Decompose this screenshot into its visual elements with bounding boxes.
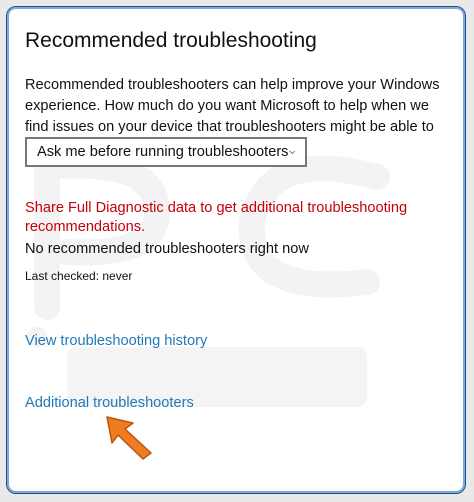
view-troubleshooting-history-link[interactable]: View troubleshooting history: [25, 333, 207, 349]
dropdown-selected-value: Ask me before running troubleshooters: [37, 144, 289, 160]
no-recommendations-message: No recommended troubleshooters right now: [25, 241, 309, 257]
troubleshooter-preference-dropdown[interactable]: Ask me before running troubleshooters: [25, 137, 307, 167]
last-checked-text: Last checked: never: [25, 269, 133, 283]
settings-panel: Recommended troubleshooting Recommended …: [6, 6, 466, 494]
pointer-arrow-icon: [106, 416, 152, 460]
additional-troubleshooters-link[interactable]: Additional troubleshooters: [25, 395, 194, 411]
page-title: Recommended troubleshooting: [25, 29, 317, 52]
share-diagnostic-data-link[interactable]: Share Full Diagnostic data to get additi…: [25, 199, 435, 237]
chevron-down-icon: [289, 150, 296, 154]
